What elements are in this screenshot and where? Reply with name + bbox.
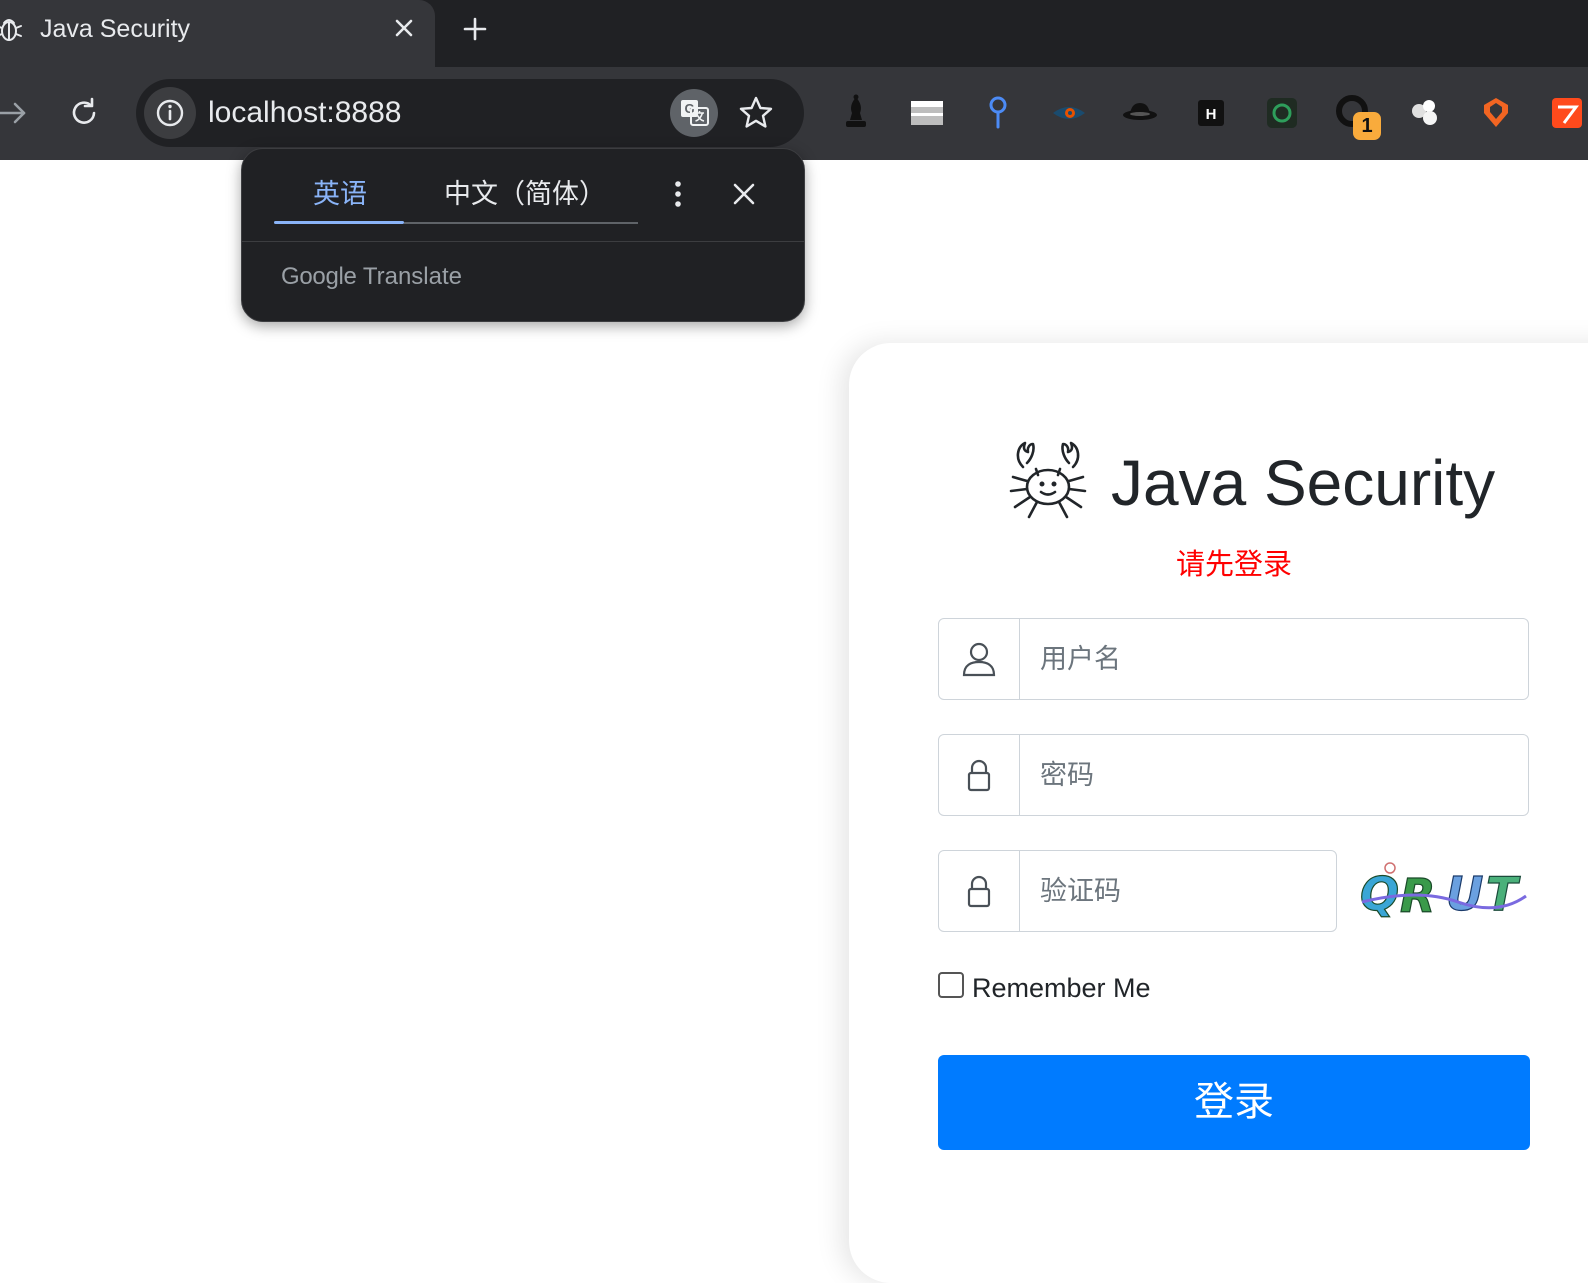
chess-bishop-extension-icon[interactable] [836,93,876,133]
window-extension-icon[interactable] [907,93,947,133]
reload-icon[interactable] [64,93,104,133]
ring-extension-icon[interactable] [1262,93,1302,133]
app-title: Java Security [1111,447,1496,519]
user-icon [962,642,996,677]
extension-badge: 1 [1353,112,1381,140]
bug-icon [0,19,22,41]
h-extension-icon[interactable]: H [1191,93,1231,133]
forward-arrow-icon[interactable] [0,93,34,133]
username-input[interactable] [1019,618,1529,700]
password-addon [938,734,1020,816]
captcha-char: R [1400,869,1435,918]
captcha-char: Q [1360,867,1399,918]
remember-me-label[interactable]: Remember Me [972,971,1151,1005]
google-translate-brand: Google Translate [281,262,462,292]
site-info-button[interactable] [144,87,196,139]
captcha-char: U [1446,867,1483,918]
translate-button[interactable]: G [670,89,718,137]
login-button[interactable]: 登录 [938,1055,1530,1150]
translate-popup: 英语 中文（简体） Google Translate [241,148,805,322]
captcha-char: T [1486,867,1521,918]
remember-me-checkbox[interactable] [938,972,964,998]
star-icon[interactable] [736,93,776,133]
orange-extension-icon[interactable] [1548,93,1588,133]
tab-track [404,222,638,224]
address-bar[interactable]: localhost:8888 G [136,79,804,147]
more-vert-icon[interactable] [662,177,694,211]
browser-tab-active[interactable]: Java Security [0,0,435,67]
svg-text:H: H [1206,106,1217,123]
active-tab-indicator [274,221,404,224]
info-icon [156,99,184,127]
tab-strip: Java Security [0,0,1588,67]
close-icon[interactable] [388,12,420,44]
hat-extension-icon[interactable] [1120,93,1160,133]
login-card: Java Security 请先登录 用户名 验证码 Q R U T Remem… [849,343,1588,1283]
tab-title: Java Security [40,15,191,43]
login-required-notice: 请先登录 [1175,549,1292,581]
lock-icon [967,875,991,908]
translate-icon: G [681,100,709,126]
browser-toolbar: localhost:8888 G H 1 [0,67,1588,160]
popup-divider [242,241,804,242]
captcha-input[interactable] [1019,850,1337,932]
lock-icon [967,759,991,792]
password-input[interactable] [1019,734,1529,816]
username-addon [938,618,1020,700]
pin-extension-icon[interactable] [978,93,1018,133]
brand-translate: Translate [362,263,462,290]
captcha-image[interactable]: Q R U T [1358,858,1528,918]
eye-extension-icon[interactable] [1049,93,1089,133]
bubbles-extension-icon[interactable] [1405,93,1445,133]
brand-google: Google [281,263,357,290]
captcha-addon [938,850,1020,932]
crab-logo-icon [1009,441,1087,519]
url-text[interactable]: localhost:8888 [208,94,401,132]
tab-source-language[interactable]: 英语 [313,177,367,211]
tab-target-language[interactable]: 中文（简体） [444,177,606,211]
shield-extension-icon[interactable] [1476,93,1516,133]
close-icon[interactable] [728,177,760,211]
plus-icon[interactable] [458,12,492,46]
